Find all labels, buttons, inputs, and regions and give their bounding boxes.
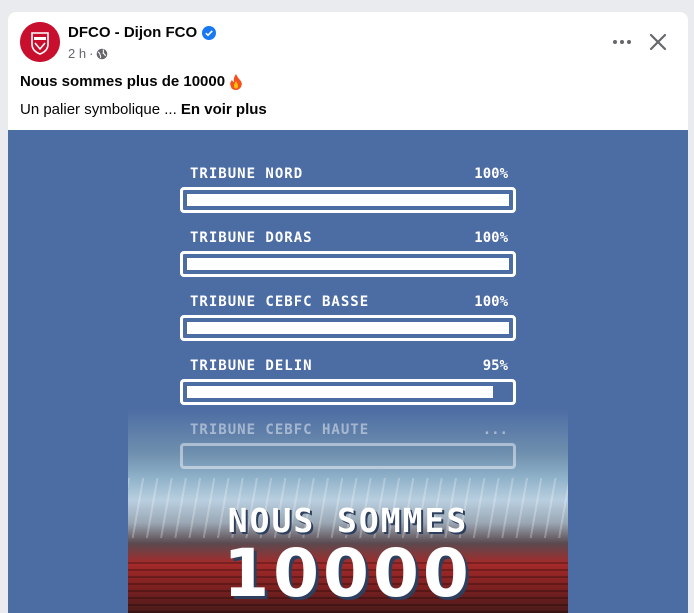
post-meta: 2 h · xyxy=(68,46,108,61)
close-icon[interactable] xyxy=(646,30,670,54)
post-header: DFCO - Dijon FCO 2 h · xyxy=(8,12,688,72)
bar-percent: 100% xyxy=(474,230,508,246)
dfco-logo-icon[interactable] xyxy=(20,22,60,62)
progress-bar xyxy=(180,379,516,405)
progress-bar-fill xyxy=(187,194,509,206)
fire-emoji-icon xyxy=(229,73,243,90)
post-title: Nous sommes plus de 10000 xyxy=(20,73,243,90)
progress-bar xyxy=(180,251,516,277)
bar-percent: ... xyxy=(482,422,508,438)
verified-badge-icon xyxy=(202,25,217,40)
more-options-icon[interactable] xyxy=(608,32,636,52)
progress-bar-fill xyxy=(187,386,493,398)
bar-label: TRIBUNE NORD xyxy=(190,166,304,182)
more-dot xyxy=(613,40,617,44)
post-card: DFCO - Dijon FCO 2 h · Nous sommes plus … xyxy=(8,12,688,613)
post-image[interactable]: TRIBUNE NORD 100% TRIBUNE DORAS 100% TRI… xyxy=(8,130,688,613)
post-body: Un palier symbolique ... En voir plus xyxy=(20,101,267,118)
progress-bar-fill xyxy=(187,258,509,270)
page-name-row: DFCO - Dijon FCO xyxy=(68,24,217,41)
meta-separator: · xyxy=(89,46,94,61)
progress-bar-fill xyxy=(187,322,509,334)
page-name[interactable]: DFCO - Dijon FCO xyxy=(68,24,197,41)
globe-icon[interactable] xyxy=(96,48,108,60)
bar-label: TRIBUNE DORAS xyxy=(190,230,313,246)
bar-percent: 100% xyxy=(474,294,508,310)
progress-bar xyxy=(180,187,516,213)
bar-percent: 100% xyxy=(474,166,508,182)
post-title-text: Nous sommes plus de 10000 xyxy=(20,73,226,90)
more-dot xyxy=(627,40,631,44)
image-headline-number: 10000 xyxy=(223,535,473,612)
bar-label: TRIBUNE CEBFC HAUTE xyxy=(190,422,370,438)
more-dot xyxy=(620,40,624,44)
progress-bar xyxy=(180,443,516,469)
bar-percent: 95% xyxy=(482,358,508,374)
bar-label: TRIBUNE DELIN xyxy=(190,358,313,374)
post-body-text: Un palier symbolique ... xyxy=(20,101,181,118)
see-more-link[interactable]: En voir plus xyxy=(181,101,267,118)
bar-label: TRIBUNE CEBFC BASSE xyxy=(190,294,370,310)
progress-bar xyxy=(180,315,516,341)
post-time[interactable]: 2 h xyxy=(68,46,86,61)
